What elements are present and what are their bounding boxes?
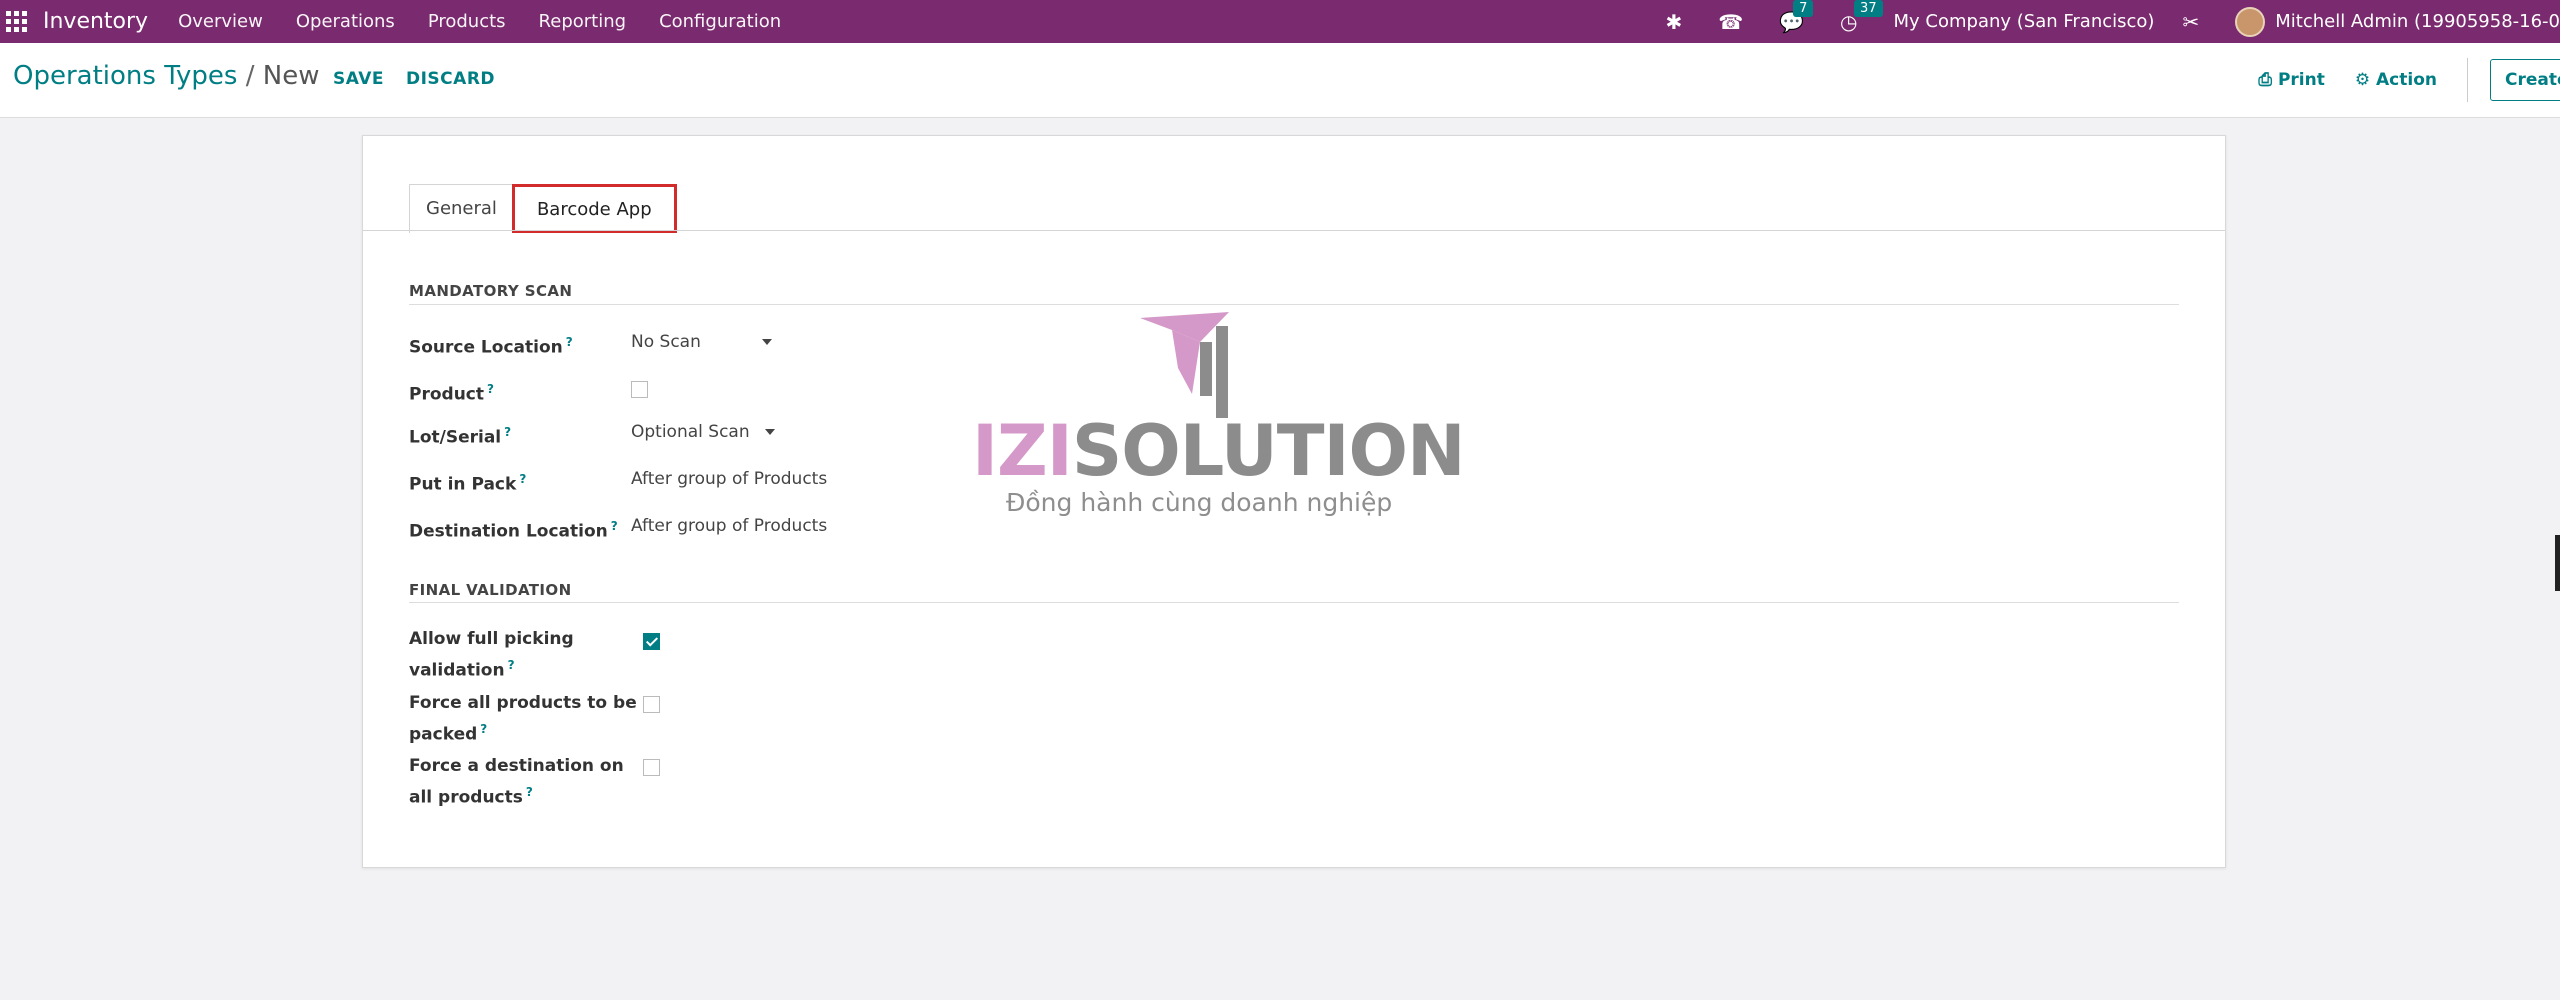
section-title-mandatory-scan: MANDATORY SCAN	[409, 282, 573, 300]
messages-badge: 7	[1793, 0, 1814, 17]
field-label-put-in-pack: Put in Pack?	[409, 466, 526, 498]
save-button[interactable]: SAVE	[333, 69, 384, 89]
menu-overview[interactable]: Overview	[178, 11, 263, 32]
company-switcher[interactable]: My Company (San Francisco)	[1894, 11, 2155, 32]
phone-icon[interactable]: ☎	[1718, 10, 1743, 34]
notebook-tabs: General Barcode App	[409, 184, 677, 233]
destination-location-label: Destination Location	[409, 521, 608, 542]
printer-icon: ⎙	[2258, 70, 2273, 90]
section-title-final-validation: FINAL VALIDATION	[409, 581, 572, 599]
scrollbar-handle[interactable]	[2555, 535, 2560, 591]
control-panel: Operations Types / New SAVE DISCARD ⎙ Pr…	[0, 43, 2560, 118]
divider	[2467, 58, 2468, 102]
destination-location-select[interactable]: After group of Products	[631, 516, 827, 536]
breadcrumb-separator: /	[245, 61, 255, 91]
lot-serial-select[interactable]: Optional Scan	[631, 422, 776, 442]
menu-configuration[interactable]: Configuration	[659, 11, 781, 32]
source-location-select[interactable]: No Scan	[631, 332, 773, 352]
discard-button[interactable]: DISCARD	[406, 69, 495, 89]
navbar-systray: ✱ ☎ 💬 7 ◷ 37 My Company (San Francisco) …	[1665, 0, 2560, 43]
app-brand[interactable]: Inventory	[43, 9, 148, 34]
top-navbar: Inventory Overview Operations Products R…	[0, 0, 2560, 43]
field-label-allow-full: Allow full picking validation?	[409, 626, 574, 684]
field-label-force-destination: Force a destination on all products?	[409, 753, 624, 811]
field-label-destination-location: Destination Location?	[409, 513, 618, 545]
breadcrumb-parent[interactable]: Operations Types	[13, 61, 237, 91]
action-label: Action	[2376, 70, 2437, 90]
bug-icon[interactable]: ✱	[1665, 10, 1682, 34]
help-icon[interactable]: ?	[480, 722, 487, 736]
help-icon[interactable]: ?	[566, 335, 573, 349]
form-sheet: General Barcode App MANDATORY SCAN Sourc…	[362, 135, 2226, 868]
chevron-down-icon	[765, 429, 776, 435]
put-in-pack-label: Put in Pack	[409, 474, 517, 495]
force-pack-checkbox[interactable]	[643, 696, 660, 713]
action-button[interactable]: ⚙ Action	[2355, 70, 2437, 90]
force-pack-label-line1: Force all products to be	[409, 693, 637, 713]
force-pack-label-line2: packed	[409, 724, 478, 745]
print-label: Print	[2277, 70, 2325, 90]
product-label: Product	[409, 384, 484, 405]
menu-reporting[interactable]: Reporting	[539, 11, 627, 32]
apps-grid-icon[interactable]	[5, 11, 27, 33]
help-icon[interactable]: ?	[487, 382, 494, 396]
field-label-source-location: Source Location?	[409, 329, 573, 361]
put-in-pack-select[interactable]: After group of Products	[631, 469, 827, 489]
create-button[interactable]: Create	[2490, 59, 2560, 101]
menu-products[interactable]: Products	[428, 11, 506, 32]
breadcrumb: Operations Types / New	[13, 61, 319, 91]
help-icon[interactable]: ?	[526, 785, 533, 799]
allow-full-checkbox[interactable]	[643, 633, 660, 650]
help-icon[interactable]: ?	[611, 519, 618, 533]
help-icon[interactable]: ?	[504, 425, 511, 439]
force-destination-checkbox[interactable]	[643, 759, 660, 776]
field-label-product: Product?	[409, 376, 494, 408]
user-menu[interactable]: Mitchell Admin (19905958-16-0	[2275, 11, 2560, 32]
force-dest-label-line2: all products	[409, 787, 523, 808]
tab-divider	[363, 230, 2225, 231]
product-checkbox[interactable]	[631, 381, 648, 398]
breadcrumb-current: New	[262, 61, 320, 91]
menu-operations[interactable]: Operations	[296, 11, 395, 32]
activities-badge: 37	[1854, 0, 1883, 17]
avatar[interactable]	[2235, 6, 2266, 37]
allow-full-label-line1: Allow full picking	[409, 629, 574, 649]
lot-serial-value: Optional Scan	[631, 422, 750, 442]
source-location-label: Source Location	[409, 337, 563, 358]
allow-full-label-line2: validation	[409, 660, 505, 681]
field-label-lot-serial: Lot/Serial?	[409, 419, 511, 451]
help-icon[interactable]: ?	[508, 658, 515, 672]
field-label-force-pack: Force all products to be packed?	[409, 690, 637, 748]
lot-serial-label: Lot/Serial	[409, 427, 502, 448]
help-icon[interactable]: ?	[519, 472, 526, 486]
section-separator	[409, 304, 2179, 305]
gear-icon: ⚙	[2354, 70, 2371, 90]
tools-icon[interactable]: ✂	[2182, 10, 2199, 34]
tab-barcode-app[interactable]: Barcode App	[511, 184, 677, 233]
chat-icon[interactable]: 💬 7	[1779, 0, 1814, 34]
clock-icon[interactable]: ◷ 37	[1840, 0, 1883, 34]
chevron-down-icon	[762, 339, 773, 345]
control-panel-actions: ⎙ Print ⚙ Action Create	[2258, 43, 2560, 117]
source-location-value: No Scan	[631, 332, 701, 352]
section-separator	[409, 602, 2179, 603]
tab-general[interactable]: General	[409, 184, 514, 233]
force-dest-label-line1: Force a destination on	[409, 756, 624, 776]
print-button[interactable]: ⎙ Print	[2258, 70, 2324, 90]
